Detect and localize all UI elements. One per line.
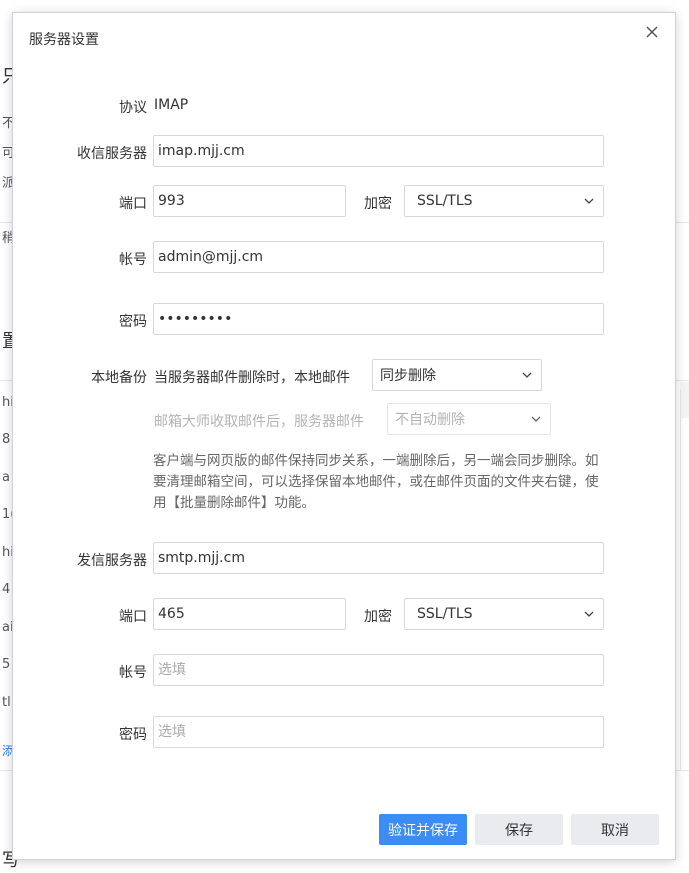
outgoing-server-label: 发信服务器 xyxy=(77,553,147,569)
incoming-encryption-value: SSL/TLS xyxy=(417,193,473,209)
outgoing-password-input[interactable] xyxy=(153,716,604,748)
bg-text: a xyxy=(2,470,10,485)
bg-text: 8 xyxy=(2,432,11,447)
save-button[interactable]: 保存 xyxy=(475,814,563,845)
sync-note: 客户端与网页版的邮件保持同步关系，一端删除后，另一端会同步删除。如要清理邮箱空间… xyxy=(153,453,599,511)
incoming-account-label: 帐号 xyxy=(119,252,147,268)
chevron-down-icon xyxy=(575,197,603,205)
incoming-encryption-select[interactable]: SSL/TLS xyxy=(404,185,604,217)
incoming-port-input[interactable] xyxy=(153,185,346,217)
incoming-password-input[interactable] xyxy=(153,303,604,335)
local-backup-label: 本地备份 xyxy=(91,370,147,386)
verify-save-button[interactable]: 验证并保存 xyxy=(379,814,467,845)
local-sync-value: 同步删除 xyxy=(380,368,436,384)
outgoing-account-label: 帐号 xyxy=(119,665,147,681)
divider xyxy=(680,390,681,770)
cancel-button[interactable]: 取消 xyxy=(571,814,659,845)
local-sync-select[interactable]: 同步删除 xyxy=(372,359,542,391)
incoming-account-input[interactable] xyxy=(153,241,604,273)
chevron-down-icon xyxy=(575,610,603,618)
incoming-server-input[interactable] xyxy=(153,135,604,167)
bg-text: tl xyxy=(2,695,11,710)
outgoing-encryption-label: 加密 xyxy=(364,609,392,625)
outgoing-account-input[interactable] xyxy=(153,654,604,686)
outgoing-encryption-value: SSL/TLS xyxy=(417,606,473,622)
table-header xyxy=(680,382,689,418)
protocol-label: 协议 xyxy=(119,100,147,116)
chevron-down-icon xyxy=(513,371,541,379)
incoming-encryption-label: 加密 xyxy=(364,196,392,212)
incoming-server-label: 收信服务器 xyxy=(77,146,147,162)
auto-delete-select[interactable]: 不自动删除 xyxy=(387,403,551,435)
close-icon[interactable] xyxy=(643,23,661,41)
outgoing-port-input[interactable] xyxy=(153,598,346,630)
incoming-port-label: 端口 xyxy=(119,196,147,212)
after-receive-text: 邮箱大师收取邮件后，服务器邮件 xyxy=(154,414,364,430)
protocol-value: IMAP xyxy=(154,97,189,113)
auto-delete-value: 不自动删除 xyxy=(395,412,465,428)
server-settings-dialog: 服务器设置 协议 IMAP 收信服务器 端口 加密 SSL/TLS 帐号 密码 … xyxy=(12,12,676,860)
incoming-password-label: 密码 xyxy=(119,314,147,330)
outgoing-encryption-select[interactable]: SSL/TLS xyxy=(404,598,604,630)
outgoing-port-label: 端口 xyxy=(119,609,147,625)
outgoing-server-input[interactable] xyxy=(153,542,604,574)
bg-text: 4 xyxy=(2,582,11,597)
bg-text: 5 xyxy=(2,657,11,672)
dialog-title: 服务器设置 xyxy=(29,32,99,48)
chevron-down-icon xyxy=(522,415,550,423)
server-delete-text: 当服务器邮件删除时，本地邮件 xyxy=(154,370,350,386)
outgoing-password-label: 密码 xyxy=(119,727,147,743)
